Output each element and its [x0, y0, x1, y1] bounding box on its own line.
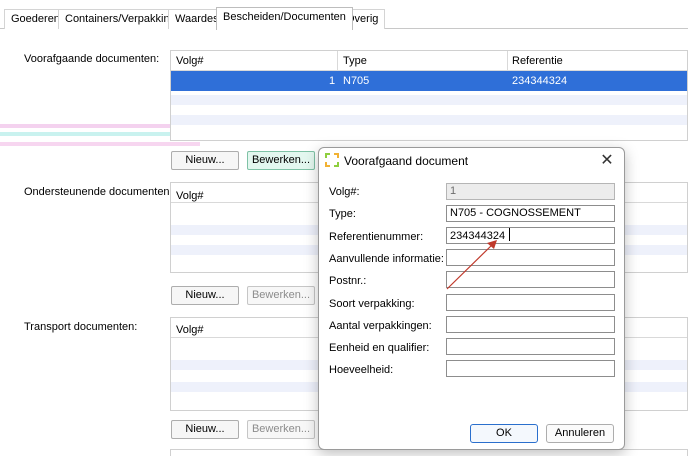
field-label-type: Type: — [329, 208, 356, 220]
volg-field: 1 — [446, 183, 615, 200]
tab-bar: Goederen Containers/Verpakking Waardes B… — [0, 0, 688, 30]
field-label-eenheid-en-qualifier: Eenheid en qualifier: — [329, 342, 430, 354]
cancel-button[interactable]: Annuleren — [546, 424, 614, 443]
voorafgaand-document-dialog: Voorafgaand document ✕ Volg#: 1 Type: N7… — [318, 147, 625, 450]
aanvullende-informatie-field[interactable] — [446, 249, 615, 266]
cell-type: N705 — [343, 75, 370, 87]
cell-volg: 1 — [329, 75, 336, 87]
voorafgaande-documenten-label: Voorafgaande documenten: — [24, 53, 160, 65]
voorafgaande-new-button[interactable]: Nieuw... — [171, 151, 239, 170]
text-caret — [509, 228, 511, 241]
transport-documenten-label: Transport documenten: — [24, 321, 138, 333]
field-label-postnr: Postnr.: — [329, 275, 367, 287]
transport-new-button[interactable]: Nieuw... — [171, 420, 239, 439]
ondersteunende-edit-button[interactable]: Bewerken... — [247, 286, 315, 305]
ondersteunende-documenten-label: Ondersteunende documenten: — [24, 186, 173, 198]
grid-header: Volg# Type Referentie — [171, 51, 687, 71]
cell-referentie: 234344324 — [512, 75, 568, 87]
field-label-aanvullende-informatie: Aanvullende informatie: — [329, 253, 444, 265]
tab-containers-verpakking[interactable]: Containers/Verpakking — [58, 9, 183, 29]
hoeveelheid-field[interactable] — [446, 360, 615, 377]
row-stripe — [171, 115, 687, 125]
column-header-referentie[interactable]: Referentie — [512, 55, 563, 67]
referentienummer-field[interactable]: 234344324 — [446, 227, 615, 244]
dialog-title: Voorafgaand document — [344, 154, 469, 168]
close-icon[interactable]: ✕ — [596, 150, 618, 172]
voorafgaande-edit-button[interactable]: Bewerken... — [247, 151, 315, 170]
field-label-hoeveelheid: Hoeveelheid: — [329, 364, 394, 376]
eenheid-en-qualifier-field[interactable] — [446, 338, 615, 355]
row-stripe — [171, 95, 687, 105]
table-row[interactable]: 1 N705 234344324 — [171, 71, 687, 91]
postnr-field[interactable] — [446, 271, 615, 288]
column-header-volg[interactable]: Volg# — [176, 55, 204, 67]
column-header-volg[interactable]: Volg# — [176, 190, 204, 202]
type-field[interactable]: N705 - COGNOSSEMENT — [446, 205, 615, 222]
background-artifact — [0, 142, 200, 146]
field-label-volg: Volg#: — [329, 186, 360, 198]
field-label-referentienummer: Referentienummer: — [329, 231, 424, 243]
ondersteunende-new-button[interactable]: Nieuw... — [171, 286, 239, 305]
column-header-type[interactable]: Type — [343, 55, 367, 67]
aantal-verpakkingen-field[interactable] — [446, 316, 615, 333]
transport-edit-button[interactable]: Bewerken... — [247, 420, 315, 439]
soort-verpakking-field[interactable] — [446, 294, 615, 311]
column-header-volg[interactable]: Volg# — [176, 324, 204, 336]
field-label-aantal-verpakkingen: Aantal verpakkingen: — [329, 320, 432, 332]
ok-button[interactable]: OK — [470, 424, 538, 443]
field-label-soort-verpakking: Soort verpakking: — [329, 298, 415, 310]
app-logo-icon — [325, 153, 339, 167]
next-section-grid — [170, 449, 688, 456]
referentienummer-value: 234344324 — [450, 230, 506, 242]
dialog-title-bar: Voorafgaand document ✕ — [319, 148, 624, 174]
tab-bescheiden-documenten[interactable]: Bescheiden/Documenten — [216, 7, 353, 30]
voorafgaande-documenten-grid[interactable]: Volg# Type Referentie 1 N705 234344324 — [170, 50, 688, 141]
